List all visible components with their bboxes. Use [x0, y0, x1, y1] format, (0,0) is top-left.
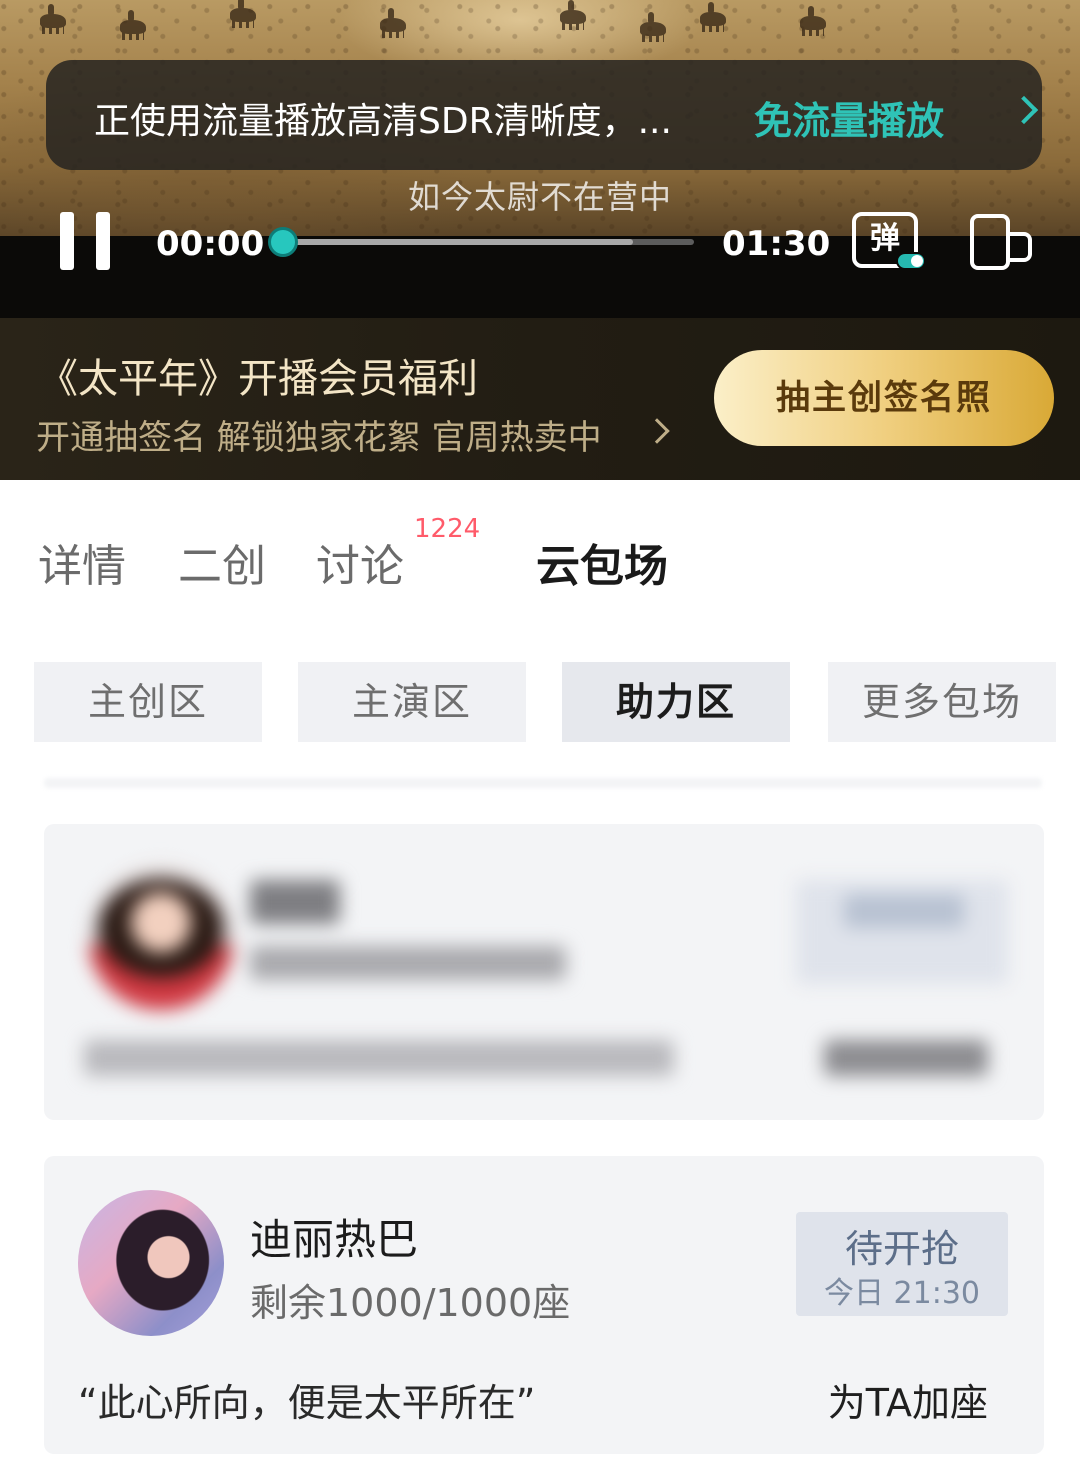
duration: 01:30 [722, 224, 831, 264]
add-seat-button[interactable]: 为TA加座 [828, 1372, 988, 1427]
avatar [88, 864, 234, 1010]
screening-card[interactable]: 迪丽热巴 剩余1000/1000座 待开抢 今日 21:30 “此心所向，便是太… [44, 1156, 1044, 1454]
video-player[interactable]: 正使用流量播放高清SDR清晰度，... 免流量播放 如今太尉不在营中 00:00… [0, 0, 1080, 318]
tab-cloud-screening[interactable]: 云包场 [536, 530, 668, 594]
card-quote: “此心所向，便是太平所在” [78, 1381, 536, 1425]
free-data-play-button[interactable]: 免流量播放 [754, 90, 944, 145]
zone-support[interactable]: 助力区 [562, 662, 790, 742]
chevron-right-icon [1009, 95, 1039, 125]
content-tabs: 详情 二创 讨论 1224 云包场 [0, 480, 1080, 630]
grab-status-button[interactable]: 待开抢 今日 21:30 [796, 1212, 1008, 1316]
zone-selector: 主创区 主演区 助力区 更多包场 [34, 662, 1056, 744]
status-title: 待开抢 [844, 1227, 959, 1271]
zone-more-screenings[interactable]: 更多包场 [828, 662, 1056, 742]
zone-cast[interactable]: 主演区 [298, 662, 526, 742]
tab-discussion[interactable]: 讨论 [316, 530, 404, 594]
player-controls: 00:00 01:30 弹 [0, 200, 1080, 290]
promo-title: 《太平年》开播会员福利 [38, 356, 478, 402]
progress-handle[interactable] [268, 227, 298, 257]
zone-creators[interactable]: 主创区 [34, 662, 262, 742]
discussion-count-badge: 1224 [414, 514, 481, 544]
danmu-label: 弹 [870, 221, 900, 256]
progress-bar[interactable] [284, 239, 694, 245]
host-name: 迪丽热巴 [250, 1215, 419, 1264]
promo-subtitle[interactable]: 开通抽签名 解锁独家花絮 官周热卖中 [36, 410, 602, 459]
current-time: 00:00 [156, 224, 265, 264]
seats-remaining: 剩余1000/1000座 [250, 1281, 571, 1325]
avatar [78, 1190, 224, 1336]
screening-card-blurred[interactable] [44, 824, 1044, 1120]
data-usage-toast: 正使用流量播放高清SDR清晰度，... 免流量播放 [46, 60, 1042, 170]
divider [44, 778, 1042, 788]
buffered-fill [284, 239, 633, 245]
chevron-right-icon [644, 418, 670, 444]
tab-fan-creations[interactable]: 二创 [178, 530, 266, 594]
draw-signed-photo-button[interactable]: 抽主创签名照 [714, 350, 1054, 446]
pause-icon[interactable] [58, 200, 118, 280]
blurred-content [44, 824, 1044, 1120]
status-time: 今日 21:30 [824, 1276, 980, 1311]
member-promo-banner[interactable]: 《太平年》开播会员福利 开通抽签名 解锁独家花絮 官周热卖中 抽主创签名照 [0, 318, 1080, 480]
toast-message: 正使用流量播放高清SDR清晰度，... [94, 101, 672, 142]
danmu-toggle-icon[interactable] [896, 252, 926, 270]
rotate-screen-icon[interactable] [970, 214, 1034, 270]
tab-details[interactable]: 详情 [38, 530, 126, 594]
